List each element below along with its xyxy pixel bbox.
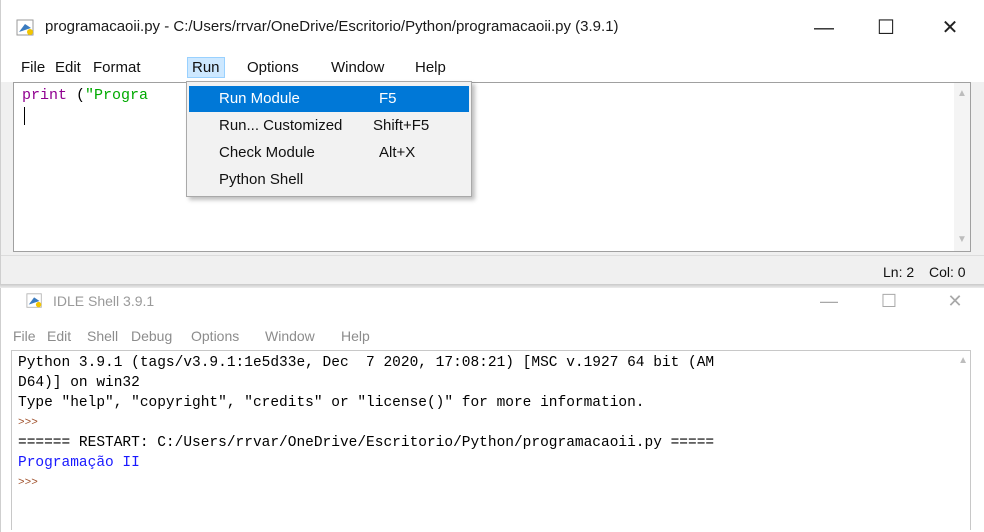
text-caret	[24, 107, 25, 125]
editor-menubar: File Edit Format Run Options Window Help	[1, 52, 984, 82]
status-column: Col: 0	[929, 264, 966, 280]
code-string: "Progra	[85, 87, 149, 104]
shell-banner-line-2: D64)] on win32	[18, 375, 140, 391]
editor-window-title: programacaoii.py - C:/Users/rrvar/OneDri…	[45, 18, 619, 35]
python-shell-label: Python Shell	[219, 171, 304, 188]
shell-menu-edit[interactable]: Edit	[47, 328, 71, 344]
shell-menu-options[interactable]: Options	[191, 328, 239, 344]
check-module-item[interactable]: Check Module Alt+X	[189, 140, 469, 166]
shell-program-output: Programação II	[18, 455, 140, 471]
shell-minimize-button[interactable]: —	[809, 288, 849, 314]
shell-output-area[interactable]: Python 3.9.1 (tags/v3.9.1:1e5d33e, Dec 7…	[11, 350, 971, 530]
menu-options[interactable]: Options	[243, 57, 303, 78]
shell-banner-line-3: Type "help", "copyright", "credits" or "…	[18, 395, 645, 411]
scroll-up-arrow-icon[interactable]: ▲	[958, 355, 968, 366]
shell-maximize-button[interactable]: ☐	[869, 288, 909, 314]
check-module-label: Check Module	[219, 144, 315, 161]
code-editor[interactable]: print ("Progra ▲ ▼	[13, 82, 971, 252]
shell-menu-debug[interactable]: Debug	[131, 328, 172, 344]
shell-banner-line-1: Python 3.9.1 (tags/v3.9.1:1e5d33e, Dec 7…	[18, 355, 715, 371]
run-module-label: Run Module	[219, 90, 300, 107]
run-module-shortcut: F5	[379, 90, 397, 107]
status-line: Ln: 2	[883, 264, 915, 280]
scroll-up-arrow-icon[interactable]: ▲	[957, 89, 967, 99]
menu-file[interactable]: File	[17, 57, 49, 78]
shell-menubar: File Edit Shell Debug Options Window Hel…	[1, 326, 984, 348]
python-idle-icon	[16, 19, 34, 36]
code-line-1: print ("Progra	[22, 87, 148, 104]
shell-prompt-1: >>>	[18, 417, 38, 429]
menu-format[interactable]: Format	[89, 57, 145, 78]
menu-help[interactable]: Help	[411, 57, 450, 78]
shell-window-title: IDLE Shell 3.9.1	[53, 293, 155, 309]
python-shell-item[interactable]: Python Shell	[189, 167, 469, 193]
run-module-item[interactable]: Run Module F5	[189, 86, 469, 112]
code-paren: (	[67, 87, 86, 104]
run-customized-label: Run... Customized	[219, 117, 343, 134]
close-button[interactable]: ✕	[927, 10, 973, 46]
shell-menu-shell[interactable]: Shell	[87, 328, 118, 344]
python-idle-icon	[26, 293, 42, 308]
run-customized-item[interactable]: Run... Customized Shift+F5	[189, 113, 469, 139]
editor-window: programacaoii.py - C:/Users/rrvar/OneDri…	[0, 0, 984, 288]
shell-menu-window[interactable]: Window	[265, 328, 315, 344]
maximize-button[interactable]: ☐	[863, 10, 909, 46]
scroll-down-arrow-icon[interactable]: ▼	[957, 235, 967, 245]
run-customized-shortcut: Shift+F5	[373, 117, 430, 134]
run-menu-dropdown: Run Module F5 Run... Customized Shift+F5…	[186, 81, 472, 197]
menu-edit[interactable]: Edit	[51, 57, 85, 78]
minimize-button[interactable]: —	[801, 10, 847, 46]
shell-titlebar[interactable]: IDLE Shell 3.9.1 — ☐ ✕	[1, 288, 984, 322]
editor-scrollbar[interactable]: ▲ ▼	[954, 83, 970, 251]
shell-close-button[interactable]: ✕	[935, 288, 975, 314]
editor-titlebar[interactable]: programacaoii.py - C:/Users/rrvar/OneDri…	[1, 0, 984, 52]
shell-window: IDLE Shell 3.9.1 — ☐ ✕ File Edit Shell D…	[0, 288, 984, 532]
shell-restart-line: ====== RESTART: C:/Users/rrvar/OneDrive/…	[18, 435, 715, 451]
editor-statusbar: Ln: 2 Col: 0	[1, 255, 984, 285]
code-builtin: print	[22, 87, 68, 104]
menu-window[interactable]: Window	[327, 57, 388, 78]
shell-menu-help[interactable]: Help	[341, 328, 370, 344]
shell-prompt-2: >>>	[18, 477, 38, 489]
shell-menu-file[interactable]: File	[13, 328, 36, 344]
menu-run[interactable]: Run	[187, 57, 225, 78]
check-module-shortcut: Alt+X	[379, 144, 416, 161]
